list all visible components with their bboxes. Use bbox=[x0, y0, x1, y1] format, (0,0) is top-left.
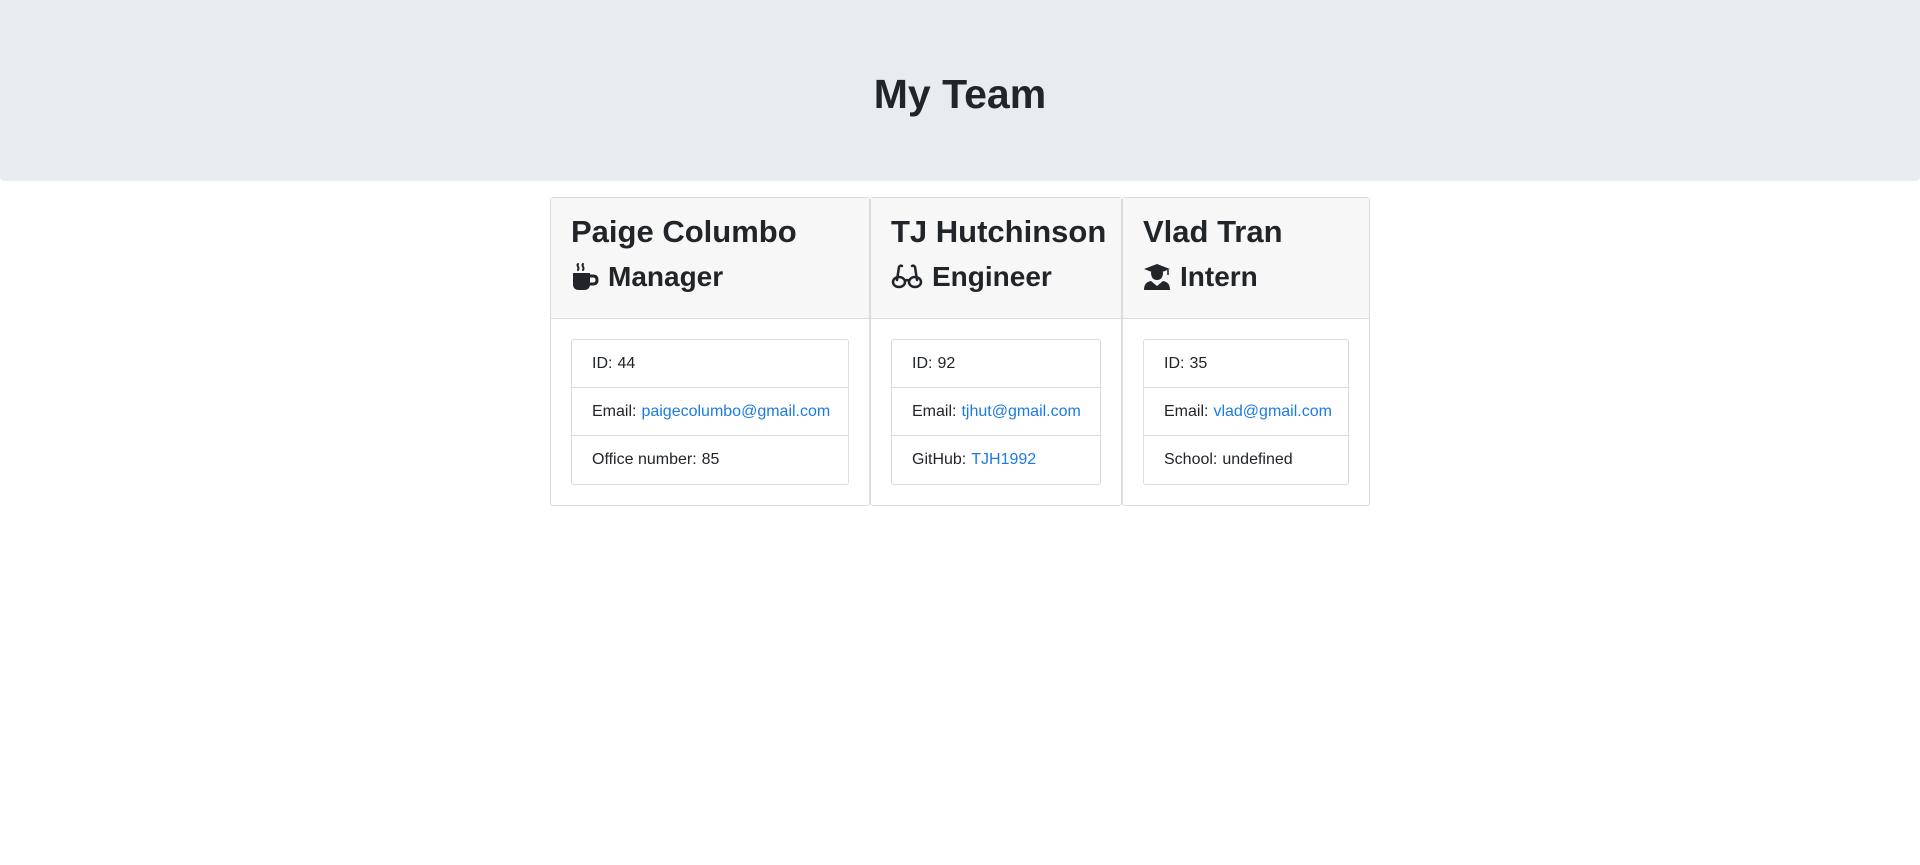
school-label: School: bbox=[1164, 451, 1218, 468]
email-label: Email: bbox=[1164, 402, 1209, 420]
email-link[interactable]: vlad@gmail.com bbox=[1213, 403, 1332, 421]
email-link[interactable]: tjhut@gmail.com bbox=[961, 403, 1080, 421]
id-value: 35 bbox=[1189, 354, 1208, 372]
id-row: ID: 92 bbox=[892, 340, 1100, 388]
office-number-label: Office number: bbox=[592, 451, 697, 468]
details-list: ID: 92 Email: tjhut@gmail.com GitHub: TJ… bbox=[891, 339, 1101, 485]
employee-card-manager: Paige Columbo Manager ID: 44 Email: paig… bbox=[550, 197, 870, 506]
id-label: ID: bbox=[592, 354, 613, 372]
employee-name: TJ Hutchinson bbox=[891, 214, 1107, 249]
employee-card-intern: Vlad Tran Intern ID: 35 Email: vlad@gmai… bbox=[1122, 197, 1370, 506]
email-row: Email: tjhut@gmail.com bbox=[892, 388, 1100, 436]
employee-name: Paige Columbo bbox=[571, 214, 797, 249]
page-title: My Team bbox=[873, 71, 1047, 117]
card-header: Paige Columbo Manager bbox=[551, 198, 869, 319]
email-label: Email: bbox=[912, 402, 957, 420]
role-label: Intern bbox=[1180, 261, 1258, 292]
details-list: ID: 35 Email: vlad@gmail.com School: und… bbox=[1143, 339, 1349, 485]
card-body: ID: 92 Email: tjhut@gmail.com GitHub: TJ… bbox=[871, 319, 1121, 505]
employee-role: Intern bbox=[1143, 259, 1349, 295]
id-label: ID: bbox=[1164, 354, 1185, 372]
email-row: Email: paigecolumbo@gmail.com bbox=[572, 388, 848, 436]
office-number-value: 85 bbox=[701, 451, 720, 468]
employee-name: Vlad Tran bbox=[1143, 214, 1283, 249]
id-value: 92 bbox=[937, 354, 956, 372]
email-link[interactable]: paigecolumbo@gmail.com bbox=[641, 403, 830, 421]
card-header: TJ Hutchinson Engineer bbox=[871, 198, 1121, 319]
school-value: undefined bbox=[1222, 451, 1293, 468]
id-label: ID: bbox=[912, 354, 933, 372]
page-header: My Team bbox=[0, 0, 1920, 181]
email-label: Email: bbox=[592, 402, 637, 420]
employee-role: Engineer bbox=[891, 259, 1101, 295]
github-row: GitHub: TJH1992 bbox=[892, 436, 1100, 484]
github-label: GitHub: bbox=[912, 451, 967, 468]
team-cards: Paige Columbo Manager ID: 44 Email: paig… bbox=[550, 197, 1370, 506]
card-body: ID: 35 Email: vlad@gmail.com School: und… bbox=[1123, 319, 1369, 505]
coffee-icon bbox=[571, 262, 601, 292]
graduate-icon bbox=[1143, 262, 1173, 292]
id-row: ID: 35 bbox=[1144, 340, 1348, 388]
id-value: 44 bbox=[617, 354, 636, 372]
card-body: ID: 44 Email: paigecolumbo@gmail.com Off… bbox=[551, 319, 869, 505]
employee-card-engineer: TJ Hutchinson Engineer ID: 92 Email: tjh… bbox=[870, 197, 1122, 506]
glasses-icon bbox=[891, 262, 925, 292]
email-row: Email: vlad@gmail.com bbox=[1144, 388, 1348, 436]
employee-role: Manager bbox=[571, 259, 849, 295]
github-link[interactable]: TJH1992 bbox=[971, 451, 1036, 469]
role-label: Manager bbox=[608, 261, 724, 292]
school-row: School: undefined bbox=[1144, 436, 1348, 484]
details-list: ID: 44 Email: paigecolumbo@gmail.com Off… bbox=[571, 339, 849, 485]
role-label: Engineer bbox=[932, 261, 1052, 292]
card-header: Vlad Tran Intern bbox=[1123, 198, 1369, 319]
office-number-row: Office number: 85 bbox=[572, 436, 848, 484]
id-row: ID: 44 bbox=[572, 340, 848, 388]
